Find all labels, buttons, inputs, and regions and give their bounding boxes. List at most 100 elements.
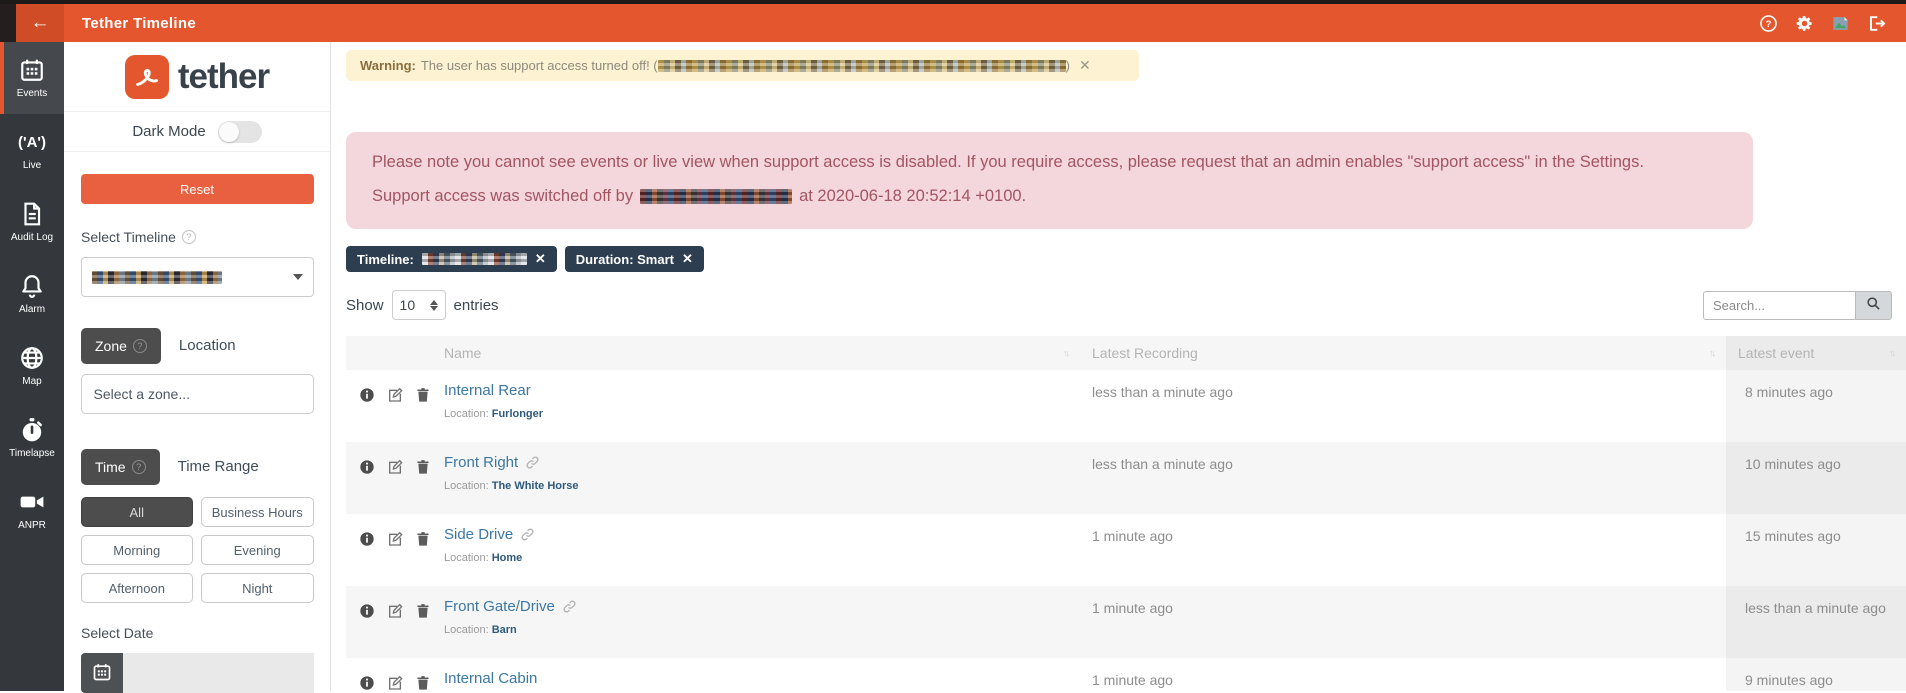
help-circle-icon: ? bbox=[133, 339, 147, 353]
top-bar-corner bbox=[0, 4, 16, 42]
antenna-icon: ('A') bbox=[19, 129, 45, 155]
sidebar-item-live[interactable]: ('A') Live bbox=[0, 114, 64, 186]
top-bar-actions: ? bbox=[1759, 14, 1886, 33]
search-button[interactable] bbox=[1855, 291, 1892, 320]
chip-close-icon[interactable]: ✕ bbox=[682, 251, 693, 267]
back-button[interactable]: ← bbox=[16, 4, 64, 42]
edit-icon[interactable] bbox=[387, 675, 403, 691]
filter-panel: tether Dark Mode Reset Select Timeline? … bbox=[64, 42, 331, 691]
notice-line1: Please note you cannot see events or liv… bbox=[372, 153, 1727, 172]
time-filter-evening[interactable]: Evening bbox=[201, 535, 314, 565]
show-label: Show bbox=[346, 297, 384, 314]
calendar-button[interactable] bbox=[81, 653, 123, 693]
select-timeline-label: Select Timeline bbox=[81, 229, 176, 245]
info-icon[interactable] bbox=[359, 675, 375, 691]
table-row: Side Drive Location: Home 1 minute ago 1… bbox=[346, 514, 1906, 586]
trash-icon[interactable] bbox=[415, 459, 431, 475]
column-header-actions bbox=[346, 336, 432, 370]
screenshot-image-icon[interactable] bbox=[1831, 14, 1850, 33]
table-header: Name↑↓ Latest Recording↑↓ Latest event↑↓ bbox=[346, 336, 1906, 370]
settings-gear-icon[interactable] bbox=[1795, 14, 1814, 33]
sort-icon[interactable]: ↑↓ bbox=[1889, 348, 1894, 358]
tab-zone[interactable]: Zone? bbox=[81, 328, 161, 364]
document-icon bbox=[19, 201, 45, 227]
filter-chip-timeline-[interactable]: Timeline: ✕ bbox=[346, 246, 557, 272]
sort-icon[interactable]: ↑↓ bbox=[1063, 348, 1068, 358]
time-filter-group: AllBusiness HoursMorningEveningAfternoon… bbox=[81, 497, 314, 603]
redacted-timeline-value bbox=[92, 271, 222, 284]
latest-event-cell: less than a minute ago bbox=[1726, 586, 1906, 658]
latest-event-cell: 8 minutes ago bbox=[1726, 370, 1906, 442]
tether-logo-icon bbox=[125, 55, 169, 99]
trash-icon[interactable] bbox=[415, 387, 431, 403]
edit-icon[interactable] bbox=[387, 531, 403, 547]
filter-chips: Timeline: ✕ Duration: Smart ✕ bbox=[346, 246, 1906, 272]
tab-time[interactable]: Time? bbox=[81, 449, 160, 485]
time-filter-night[interactable]: Night bbox=[201, 573, 314, 603]
time-filter-morning[interactable]: Morning bbox=[81, 535, 194, 565]
sidebar-item-map[interactable]: Map bbox=[0, 330, 64, 402]
sidebar-item-events[interactable]: Events bbox=[0, 42, 64, 114]
warning-prefix: Warning: bbox=[360, 58, 416, 73]
top-bar: ← Tether Timeline ? bbox=[0, 4, 1906, 42]
calendar-icon bbox=[19, 57, 45, 83]
sort-icon[interactable]: ↑↓ bbox=[1709, 348, 1714, 358]
help-icon[interactable]: ? bbox=[1759, 14, 1778, 33]
support-warning-banner: Warning: The user has support access tur… bbox=[346, 50, 1139, 81]
column-header-latest-recording[interactable]: Latest Recording↑↓ bbox=[1080, 336, 1726, 370]
time-filter-business-hours[interactable]: Business Hours bbox=[201, 497, 314, 527]
camera-name-link[interactable]: Internal Cabin bbox=[444, 670, 537, 687]
sidebar-item-anpr[interactable]: ANPR bbox=[0, 474, 64, 546]
time-filter-all[interactable]: All bbox=[81, 497, 194, 527]
info-icon[interactable] bbox=[359, 603, 375, 619]
camera-name-link[interactable]: Front Gate/Drive bbox=[444, 598, 555, 615]
filter-chip-duration-smart[interactable]: Duration: Smart ✕ bbox=[565, 246, 704, 272]
trash-icon[interactable] bbox=[415, 675, 431, 691]
warning-suffix: ) bbox=[1066, 58, 1070, 73]
sidebar-item-audit-log[interactable]: Audit Log bbox=[0, 186, 64, 258]
dark-mode-toggle[interactable] bbox=[218, 121, 262, 143]
date-input[interactable] bbox=[123, 653, 314, 693]
entries-per-page-select[interactable]: 10 bbox=[392, 290, 446, 320]
edit-icon[interactable] bbox=[387, 459, 403, 475]
timeline-dropdown[interactable] bbox=[81, 257, 314, 297]
redacted-chip-value bbox=[422, 253, 527, 265]
video-camera-icon bbox=[19, 489, 45, 515]
back-arrow-icon: ← bbox=[31, 12, 50, 34]
trash-icon[interactable] bbox=[415, 531, 431, 547]
sidebar-item-timelapse[interactable]: Timelapse bbox=[0, 402, 64, 474]
warning-text: The user has support access turned off! … bbox=[421, 58, 658, 73]
app-sidebar: Events ('A') Live Audit Log Alarm Map Ti… bbox=[0, 42, 64, 691]
chip-close-icon[interactable]: ✕ bbox=[535, 251, 546, 267]
search-input[interactable] bbox=[1703, 291, 1855, 320]
zone-select-input[interactable] bbox=[81, 374, 314, 414]
edit-icon[interactable] bbox=[387, 387, 403, 403]
latest-recording-cell: 1 minute ago bbox=[1080, 586, 1726, 658]
info-icon[interactable] bbox=[359, 531, 375, 547]
close-icon[interactable]: ✕ bbox=[1079, 57, 1091, 74]
camera-name-link[interactable]: Internal Rear bbox=[444, 382, 531, 399]
column-header-latest-event[interactable]: Latest event↑↓ bbox=[1726, 336, 1906, 370]
search-icon bbox=[1866, 296, 1881, 314]
notice-line2: Support access was switched off by at 20… bbox=[372, 187, 1727, 206]
reset-button[interactable]: Reset bbox=[81, 174, 314, 204]
calendar-icon bbox=[92, 662, 112, 685]
redacted-warning-detail bbox=[658, 60, 1066, 72]
edit-icon[interactable] bbox=[387, 603, 403, 619]
tab-time-range[interactable]: Time Range bbox=[160, 448, 277, 485]
time-filter-afternoon[interactable]: Afternoon bbox=[81, 573, 194, 603]
column-header-name[interactable]: Name↑↓ bbox=[432, 336, 1080, 370]
logout-icon[interactable] bbox=[1867, 14, 1886, 33]
sidebar-item-alarm[interactable]: Alarm bbox=[0, 258, 64, 330]
table-row: Internal Cabin Location: Barn 1 minute a… bbox=[346, 658, 1906, 691]
link-icon bbox=[525, 455, 540, 470]
trash-icon[interactable] bbox=[415, 603, 431, 619]
info-icon[interactable] bbox=[359, 459, 375, 475]
camera-name-link[interactable]: Front Right bbox=[444, 454, 518, 471]
bell-icon bbox=[19, 273, 45, 299]
stopwatch-icon bbox=[19, 417, 45, 443]
tab-location[interactable]: Location bbox=[161, 327, 254, 364]
camera-name-link[interactable]: Side Drive bbox=[444, 526, 513, 543]
info-icon[interactable] bbox=[359, 387, 375, 403]
latest-recording-cell: 1 minute ago bbox=[1080, 658, 1726, 691]
